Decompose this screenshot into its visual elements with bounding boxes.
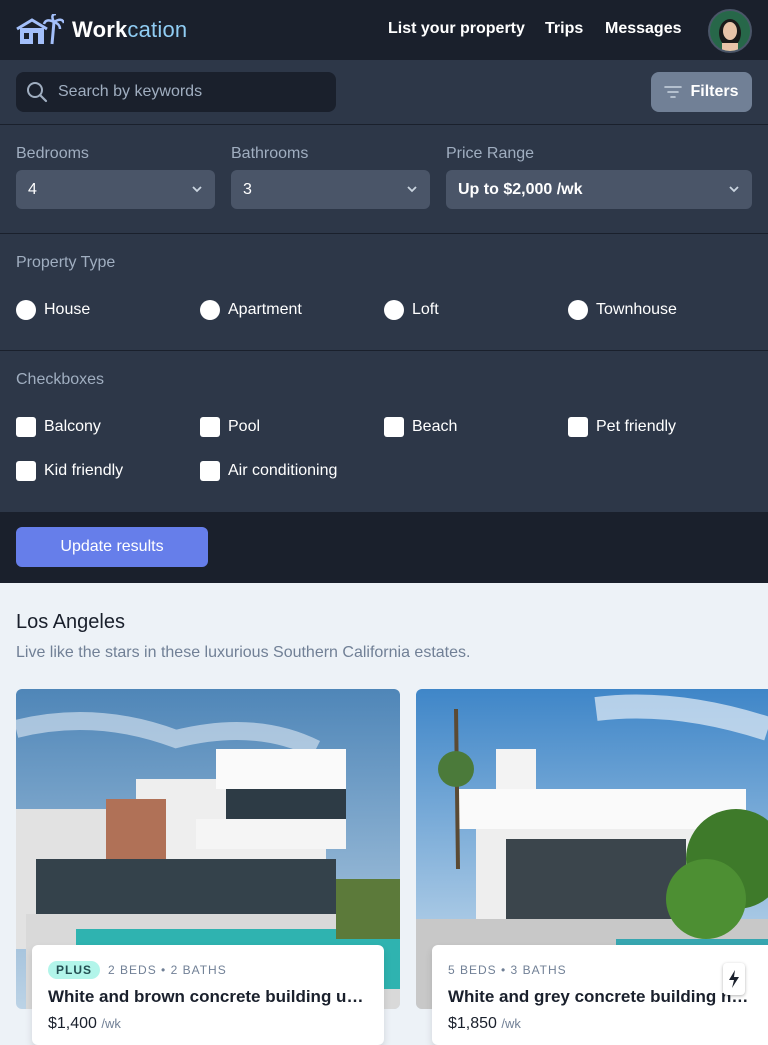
divider [0,350,768,351]
radio-button[interactable] [568,300,588,320]
radio-button[interactable] [200,300,220,320]
checkbox-label: Kid friendly [44,462,124,479]
listing-card[interactable]: PLUS 2 BEDS • 2 BATHS White and brown co… [32,945,384,1045]
property-type-label: Property Type [16,254,116,271]
update-results-button[interactable]: Update results [16,527,208,567]
lightning-icon [729,970,739,988]
checkbox[interactable] [384,417,404,437]
beds-baths: 5 BEDS • 3 BATHS [448,963,567,977]
radio-loft[interactable]: Loft [384,300,439,320]
bedrooms-label: Bedrooms [16,145,89,162]
chevron-down-icon [192,186,202,193]
chevron-down-icon [729,186,739,193]
price-range-select[interactable]: Up to $2,000 /wk [446,170,752,209]
listing-meta: 5 BEDS • 3 BATHS [448,961,752,979]
checkbox-pool[interactable]: Pool [200,417,260,437]
bedrooms-value: 4 [28,181,37,198]
brand-name: Workcation [72,17,188,42]
radio-label: Townhouse [596,301,677,318]
nav-list-property[interactable]: List your property [388,20,525,38]
checkbox-balcony[interactable]: Balcony [16,417,101,437]
checkbox[interactable] [200,461,220,481]
divider [0,233,768,234]
checkbox-label: Pet friendly [596,418,677,435]
chevron-down-icon [407,186,417,193]
radio-townhouse[interactable]: Townhouse [568,300,677,320]
checkbox-label: Balcony [44,418,101,435]
nav-trips[interactable]: Trips [545,20,583,38]
search-input[interactable] [56,72,326,112]
section-title: Los Angeles [16,611,125,633]
listing-price: $1,850 /wk [448,1015,752,1033]
update-bar: Update results [0,512,768,583]
checkbox-label: Beach [412,418,458,435]
radio-house[interactable]: House [16,300,90,320]
filter-icon [664,86,683,98]
listing-meta: PLUS 2 BEDS • 2 BATHS [48,961,368,979]
checkbox-label: Pool [228,418,261,435]
checkbox-air-conditioning[interactable]: Air conditioning [200,461,337,481]
checkbox[interactable] [16,461,36,481]
checkbox[interactable] [568,417,588,437]
filters-panel: Bedrooms Bathrooms Price Range 4 3 Up to… [0,125,768,512]
radio-label: Loft [412,301,439,318]
filters-button[interactable]: Filters [651,72,752,112]
listing-card[interactable]: 5 BEDS • 3 BATHS White and grey concrete… [432,945,768,1045]
radio-label: House [44,301,91,318]
radio-button[interactable] [384,300,404,320]
search-box[interactable] [16,72,336,112]
search-icon [27,82,48,103]
checkbox-label: Air conditioning [228,462,338,479]
nav-messages[interactable]: Messages [605,20,682,38]
bedrooms-select[interactable]: 4 [16,170,215,209]
avatar-image [710,11,750,51]
search-bar: Filters [0,60,768,125]
checkbox-pet-friendly[interactable]: Pet friendly [568,417,676,437]
radio-apartment[interactable]: Apartment [200,300,302,320]
lightning-button[interactable] [723,963,745,995]
bathrooms-label: Bathrooms [231,145,309,162]
beds-baths: 2 BEDS • 2 BATHS [108,963,227,977]
checkbox-beach[interactable]: Beach [384,417,457,437]
listing-price: $1,400 /wk [48,1015,368,1033]
checkbox[interactable] [16,417,36,437]
section-description: Live like the stars in these luxurious S… [16,644,471,661]
app-header: Workcation List your property Trips Mess… [0,0,768,60]
radio-label: Apartment [228,301,302,318]
logo[interactable]: Workcation [16,14,187,46]
price-range-value: Up to $2,000 /wk [458,181,583,198]
bathrooms-value: 3 [243,181,252,198]
listing-title[interactable]: White and grey concrete building near sw… [448,987,752,1007]
filters-button-label: Filters [690,83,739,100]
price-range-label: Price Range [446,145,535,162]
bathrooms-select[interactable]: 3 [231,170,430,209]
plus-badge: PLUS [48,961,101,979]
radio-button[interactable] [16,300,36,320]
house-logo-icon [16,14,64,45]
checkbox-kid-friendly[interactable]: Kid friendly [16,461,123,481]
listing-title[interactable]: White and brown concrete building under … [48,987,368,1007]
checkboxes-label: Checkboxes [16,371,105,388]
checkbox[interactable] [200,417,220,437]
user-avatar[interactable] [708,9,752,53]
